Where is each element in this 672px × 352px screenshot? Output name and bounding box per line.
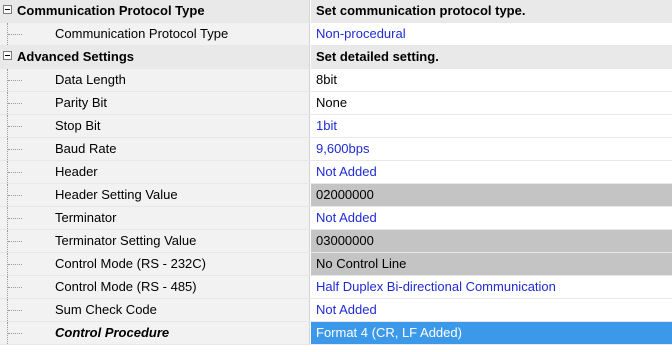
category-description: Set communication protocol type. [311,0,672,22]
property-value[interactable]: Half Duplex Bi-directional Communication [311,276,672,298]
property-label: Header Setting Value [55,187,178,202]
property-label: Parity Bit [55,95,108,110]
collapse-icon[interactable] [3,51,12,60]
property-value[interactable]: 9,600bps [311,138,672,160]
property-name-cell: Communication Protocol Type [0,0,310,22]
property-value[interactable]: None [311,92,672,114]
property-label: Control Mode (RS - 232C) [55,256,206,271]
property-label: Control Procedure [55,325,170,340]
property-row-data-length[interactable]: Data Length 8bit [0,69,672,92]
property-value-disabled: No Control Line [311,253,672,275]
property-row-terminator-setting-value[interactable]: Terminator Setting Value 03000000 [0,230,672,253]
category-description: Set detailed setting. [311,46,672,68]
property-value[interactable]: Not Added [311,207,672,229]
property-row-parity-bit[interactable]: Parity Bit None [0,92,672,115]
property-label: Stop Bit [55,118,101,133]
property-row-communication-protocol-type[interactable]: Communication Protocol Type Non-procedur… [0,23,672,46]
property-row-sum-check-code[interactable]: Sum Check Code Not Added [0,299,672,322]
property-row-header[interactable]: Header Not Added [0,161,672,184]
property-value-selected[interactable]: Format 4 (CR, LF Added) [311,322,672,344]
category-row-advanced-settings[interactable]: Advanced Settings Set detailed setting. [0,46,672,69]
property-value[interactable]: 8bit [311,69,672,91]
property-row-stop-bit[interactable]: Stop Bit 1bit [0,115,672,138]
property-value-disabled: 02000000 [311,184,672,206]
collapse-icon[interactable] [3,5,12,14]
property-value[interactable]: Non-procedural [311,23,672,45]
property-label: Control Mode (RS - 485) [55,279,197,294]
property-grid: Communication Protocol Type Set communic… [0,0,672,352]
property-label: Baud Rate [55,141,117,156]
property-label: Communication Protocol Type [55,26,229,41]
property-label: Terminator Setting Value [55,233,197,248]
category-row-communication-protocol-type[interactable]: Communication Protocol Type Set communic… [0,0,672,23]
property-row-header-setting-value[interactable]: Header Setting Value 02000000 [0,184,672,207]
category-label: Communication Protocol Type [17,3,205,18]
property-row-control-mode-rs485[interactable]: Control Mode (RS - 485) Half Duplex Bi-d… [0,276,672,299]
property-label: Header [55,164,98,179]
property-row-control-mode-rs232c[interactable]: Control Mode (RS - 232C) No Control Line [0,253,672,276]
property-label: Terminator [55,210,117,225]
property-value-disabled: 03000000 [311,230,672,252]
category-label: Advanced Settings [17,49,135,64]
property-row-control-procedure[interactable]: Control Procedure Format 4 (CR, LF Added… [0,322,672,345]
property-label: Sum Check Code [55,302,157,317]
property-value[interactable]: Not Added [311,299,672,321]
property-name-cell: Communication Protocol Type [0,23,310,45]
property-label: Data Length [55,72,126,87]
property-value[interactable]: Not Added [311,161,672,183]
property-value[interactable]: 1bit [311,115,672,137]
property-row-terminator[interactable]: Terminator Not Added [0,207,672,230]
property-row-baud-rate[interactable]: Baud Rate 9,600bps [0,138,672,161]
property-name-cell: Advanced Settings [0,46,310,68]
